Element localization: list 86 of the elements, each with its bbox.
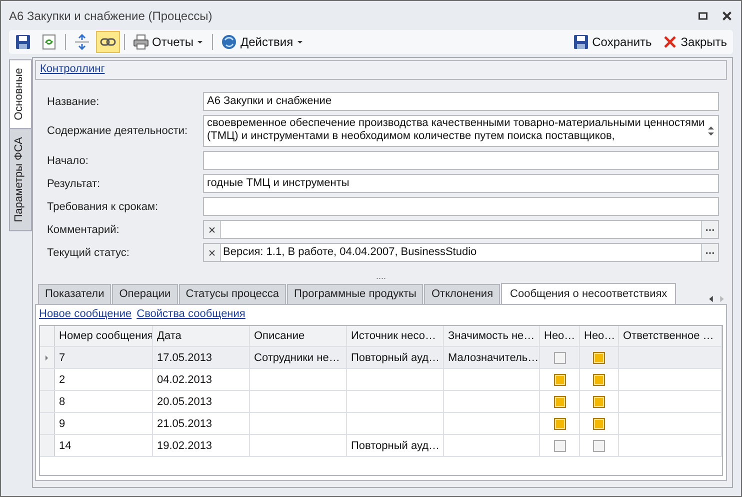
column-header[interactable]: Нео…	[580, 326, 619, 346]
column-header[interactable]: Описание	[250, 326, 347, 346]
table-cell: Повторный ауд…	[347, 347, 444, 368]
close-icon	[721, 10, 733, 22]
field-label: Текущий статус:	[47, 246, 130, 258]
section-link[interactable]: Контроллинг	[40, 63, 105, 75]
checkbox[interactable]	[593, 440, 605, 452]
table-cell: Сотрудники не…	[250, 347, 347, 368]
tab[interactable]: Показатели	[38, 284, 112, 304]
field-value: своевременное обеспечение производства качественными товарно-материальными ценностями (ТМЦ) и инструментами в необходимом количестве путем поиска поставщиков,	[207, 117, 705, 144]
table-cell: 04.02.2013	[153, 369, 250, 390]
table-row[interactable]: 8 20.05.2013	[40, 391, 722, 413]
restore-icon	[697, 10, 709, 22]
clear-icon	[207, 248, 217, 258]
table-cell: 9	[55, 413, 153, 434]
link[interactable]: Свойства сообщения	[136, 308, 246, 320]
dropdown-button[interactable]: Отчеты	[129, 31, 208, 53]
table-cell: 14	[55, 435, 153, 456]
table-cell: 8	[55, 391, 153, 412]
checkbox[interactable]	[593, 374, 605, 386]
tab[interactable]: Статусы процесса	[178, 284, 286, 304]
lookup-field[interactable]	[203, 220, 719, 239]
browse-button[interactable]	[701, 244, 718, 261]
field-label: Результат:	[47, 178, 102, 190]
checkbox[interactable]	[554, 374, 566, 386]
column-header[interactable]: Значимость не…	[444, 326, 540, 346]
side-tab[interactable]: Основные	[9, 59, 32, 130]
field-value: Версия: 1.1, В работе, 04.04.2007, BusinessStudio	[222, 245, 478, 260]
table-cell: Малозначитель…	[444, 347, 540, 368]
link[interactable]: Новое сообщение	[39, 308, 132, 320]
table-cell: 7	[55, 347, 153, 368]
field-label: Комментарий:	[47, 224, 120, 236]
browse-button[interactable]	[701, 221, 718, 238]
field-label: Требования к срокам:	[47, 200, 160, 212]
tab[interactable]: Сообщения о несоответствиях	[501, 283, 676, 304]
caret-icon	[296, 38, 304, 46]
expand-arrows-icon	[74, 34, 90, 50]
text-field[interactable]: годные ТМЦ и инструменты	[203, 174, 719, 193]
column-header[interactable]: Ответственное …	[619, 326, 722, 346]
table-cell: Повторный ауд…	[347, 435, 444, 456]
clear-button[interactable]	[204, 244, 221, 261]
field-label: Название:	[47, 96, 100, 108]
checkbox[interactable]	[554, 352, 566, 364]
checkbox[interactable]	[554, 440, 566, 452]
checkbox[interactable]	[554, 396, 566, 408]
table-cell: 21.05.2013	[153, 413, 250, 434]
lookup-field[interactable]: Версия: 1.1, В работе, 04.04.2007, BusinessStudio	[203, 243, 719, 262]
table-cell: 17.05.2013	[153, 347, 250, 368]
dropdown-button[interactable]: Действия	[217, 31, 308, 53]
tab[interactable]: Отклонения	[424, 284, 500, 304]
field-label: Начало:	[47, 154, 90, 166]
window-title: А6 Закупки и снабжение (Процессы)	[9, 8, 212, 22]
toolbar-button[interactable]	[96, 31, 120, 53]
field-label: Содержание деятельности:	[47, 125, 189, 137]
text-field[interactable]	[203, 197, 719, 216]
text-field[interactable]	[203, 151, 719, 170]
checkbox[interactable]	[593, 396, 605, 408]
table-cell: 19.02.2013	[153, 435, 250, 456]
clear-button[interactable]	[204, 221, 221, 238]
printer-icon	[133, 34, 149, 50]
checkbox[interactable]	[593, 418, 605, 430]
tab[interactable]: Операции	[112, 284, 178, 304]
caret-icon	[196, 38, 204, 46]
save-button[interactable]: Сохранить	[569, 31, 656, 53]
tab[interactable]: Программные продукты	[287, 284, 424, 304]
splitter-handle[interactable]: ....	[35, 272, 727, 280]
column-header[interactable]: Источник несо…	[347, 326, 444, 346]
column-header[interactable]: Дата	[153, 326, 250, 346]
table-cell: 20.05.2013	[153, 391, 250, 412]
table-row[interactable]: 9 21.05.2013	[40, 413, 722, 435]
text-area[interactable]: своевременное обеспечение производства качественными товарно-материальными ценностями (ТМЦ) и инструментами в необходимом количестве путем поиска поставщиков,	[203, 115, 719, 147]
checkbox[interactable]	[554, 418, 566, 430]
checkbox[interactable]	[593, 352, 605, 364]
globe-icon	[221, 34, 238, 50]
table-row[interactable]: 2 04.02.2013	[40, 369, 722, 391]
close-button[interactable]: Закрыть	[658, 31, 731, 53]
text-field[interactable]: А6 Закупки и снабжение	[203, 92, 719, 111]
document-refresh-icon	[41, 34, 57, 50]
row-pointer-icon	[43, 354, 51, 362]
close-icon	[662, 34, 678, 50]
column-header[interactable]: Нео…	[540, 326, 580, 346]
table-row[interactable]: 7 17.05.2013 Сотрудники не… Повторный ауд… Малозначитель…	[40, 347, 722, 369]
table-row[interactable]: 14 19.02.2013 Повторный ауд…	[40, 435, 722, 457]
clear-icon	[207, 224, 217, 234]
side-tab[interactable]: Параметры ФСА	[9, 128, 32, 232]
table-cell: 2	[55, 369, 153, 390]
